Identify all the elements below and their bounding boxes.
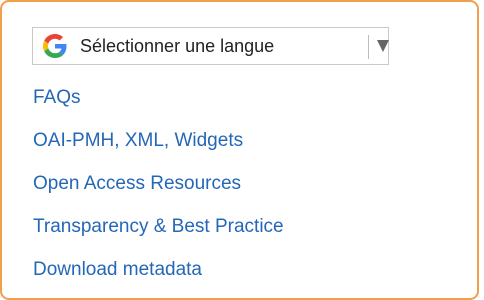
transparency-best-practice-link[interactable]: Transparency & Best Practice [33, 216, 284, 237]
list-item: Transparency & Best Practice [33, 213, 284, 256]
triangle-down-icon[interactable] [377, 40, 389, 52]
list-item: OAI-PMH, XML, Widgets [33, 127, 284, 170]
faqs-link[interactable]: FAQs [33, 87, 81, 108]
sidebar-panel: Sélectionner une langue FAQs OAI-PMH, XM… [0, 0, 479, 300]
resource-links-list: FAQs OAI-PMH, XML, Widgets Open Access R… [33, 84, 284, 299]
language-selector-label: Sélectionner une langue [80, 35, 275, 56]
dropdown-divider [368, 35, 369, 59]
list-item: FAQs [33, 84, 284, 127]
list-item: Open Access Resources [33, 170, 284, 213]
oai-pmh-xml-widgets-link[interactable]: OAI-PMH, XML, Widgets [33, 130, 243, 151]
language-selector[interactable]: Sélectionner une langue [32, 27, 389, 65]
download-metadata-link[interactable]: Download metadata [33, 259, 202, 280]
google-g-icon [42, 34, 67, 59]
open-access-resources-link[interactable]: Open Access Resources [33, 173, 241, 194]
